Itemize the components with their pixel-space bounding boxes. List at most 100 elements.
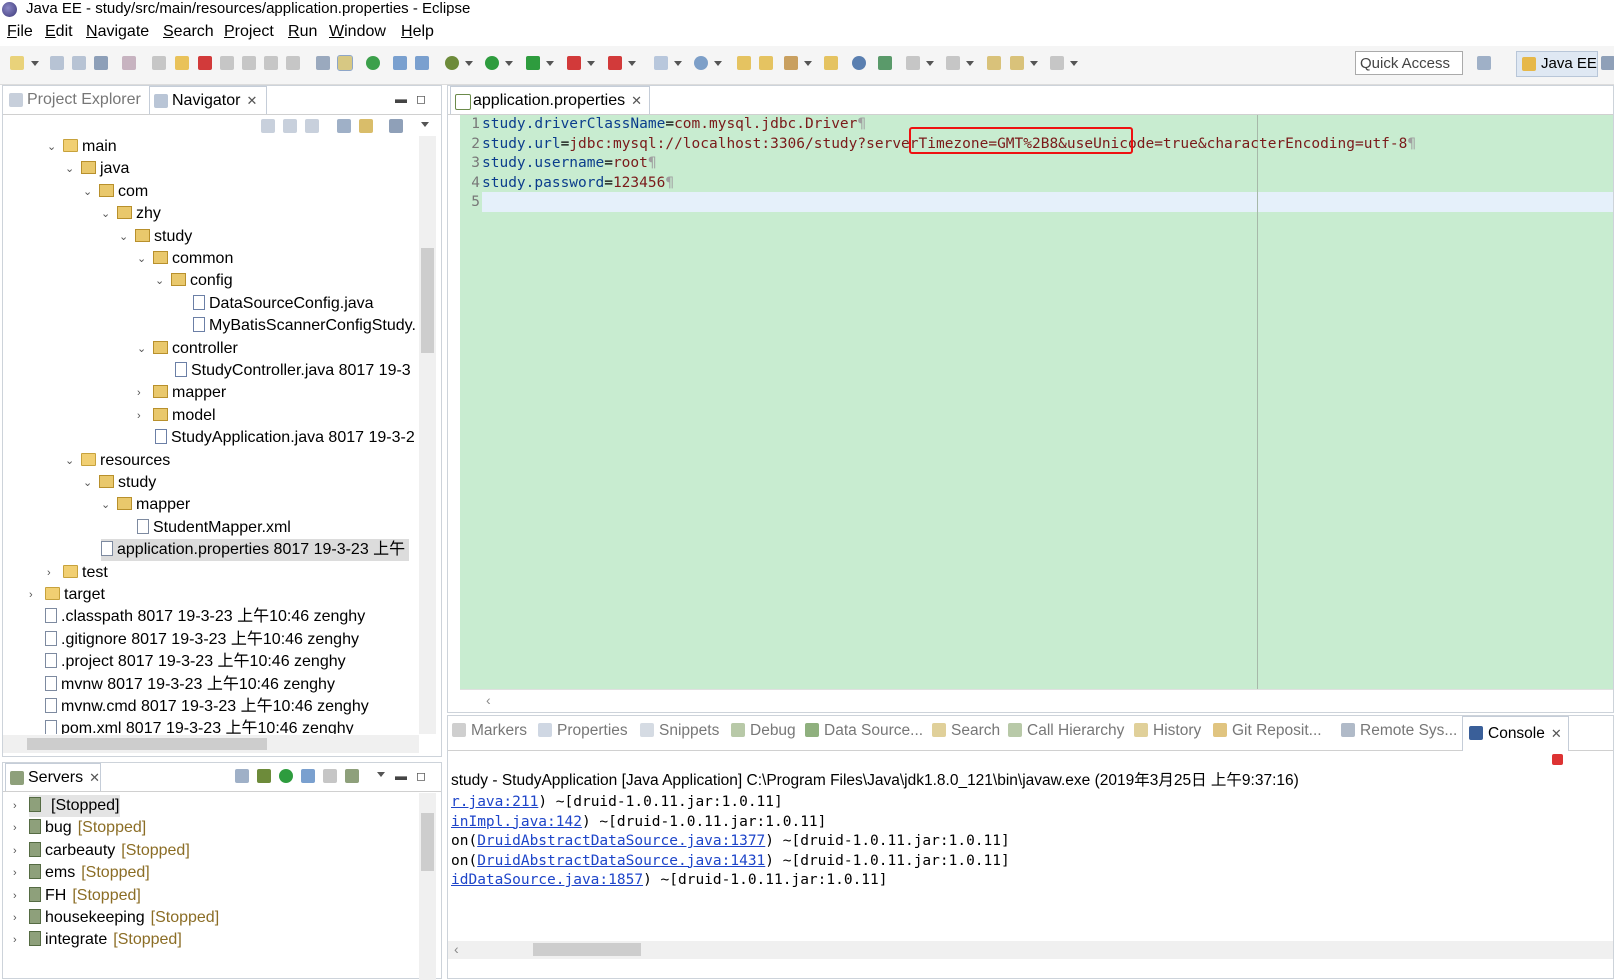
stack-trace-link[interactable]: DruidAbstractDataSource.java:1377 — [477, 833, 765, 849]
hscroll-thumb[interactable] — [533, 943, 641, 956]
minimize-icon[interactable]: ▬ — [395, 769, 407, 783]
tab-properties[interactable]: Properties — [538, 722, 628, 740]
disconnect-icon[interactable] — [220, 56, 234, 70]
menu-file[interactable]: File — [7, 23, 33, 41]
debug-perspective-icon[interactable] — [1601, 56, 1614, 70]
stop-icon[interactable] — [567, 56, 581, 70]
back-icon[interactable] — [261, 119, 275, 133]
link-with-editor-icon[interactable] — [359, 119, 373, 133]
tree-item[interactable]: java — [81, 158, 129, 180]
suspend-icon[interactable] — [175, 56, 189, 70]
tree-item[interactable]: mvnw 8017 19-3-23 上午10:46 zenghy — [45, 674, 335, 696]
chevron-down-icon[interactable] — [804, 61, 812, 66]
start-server-icon[interactable] — [279, 769, 293, 783]
server-item[interactable]: housekeeping [Stopped] — [29, 907, 219, 929]
scroll-left-icon[interactable]: ‹ — [486, 692, 491, 708]
tab-snippets[interactable]: Snippets — [640, 722, 719, 740]
new-package-icon[interactable] — [694, 56, 708, 70]
chevron-down-icon[interactable] — [1030, 61, 1038, 66]
expand-icon[interactable]: › — [13, 845, 23, 856]
tree-item[interactable]: application.properties 8017 19-3-23 上午 — [101, 539, 410, 562]
quick-access-input[interactable]: Quick Access — [1355, 51, 1463, 75]
open-perspective-button-icon[interactable] — [1477, 56, 1491, 70]
expand-icon[interactable]: › — [137, 388, 147, 399]
tree-item[interactable]: pom.xml 8017 19-3-23 上午10:46 zenghy — [45, 718, 354, 734]
expand-icon[interactable]: › — [13, 935, 23, 946]
tree-item[interactable]: mvnw.cmd 8017 19-3-23 上午10:46 zenghy — [45, 696, 369, 718]
expand-icon[interactable]: › — [29, 590, 39, 601]
tree-item[interactable]: StudyApplication.java 8017 19-3-2 — [155, 427, 415, 449]
new-java-class-icon[interactable] — [654, 56, 668, 70]
chevron-down-icon[interactable] — [546, 61, 554, 66]
new-icon[interactable] — [10, 56, 24, 70]
filter-icon[interactable] — [389, 119, 403, 133]
step-into-icon[interactable] — [242, 56, 256, 70]
tree-item[interactable]: MyBatisScannerConfigStudy. — [193, 315, 415, 337]
back-icon[interactable] — [1010, 56, 1024, 70]
open-resource-icon[interactable] — [759, 56, 773, 70]
tree-item[interactable]: study — [135, 226, 192, 248]
navigator-hscrollbar[interactable] — [3, 735, 419, 753]
coverage-icon[interactable] — [526, 56, 540, 70]
debug-icon[interactable] — [445, 56, 459, 70]
tab-navigator[interactable]: Navigator ✕ — [149, 86, 267, 114]
tab-markers[interactable]: Markers — [452, 722, 527, 740]
publish-icon[interactable] — [345, 769, 359, 783]
collapse-icon[interactable]: ⌄ — [119, 231, 129, 242]
collapse-icon[interactable]: ⌄ — [83, 186, 93, 197]
tab-application-properties[interactable]: application.properties ✕ — [450, 86, 650, 114]
tab-remote-systems[interactable]: Remote Sys... — [1341, 722, 1457, 740]
terminate-icon[interactable] — [1552, 754, 1563, 765]
forward-icon[interactable] — [283, 119, 297, 133]
tree-item[interactable]: main — [63, 136, 117, 158]
editor-hscrollbar[interactable]: ‹ — [460, 689, 1613, 712]
profile-server-icon[interactable] — [301, 769, 315, 783]
menu-help[interactable]: Help — [401, 23, 434, 41]
menu-project[interactable]: Project — [224, 23, 274, 41]
console-hscrollbar[interactable]: ‹ — [448, 941, 1613, 959]
code-line[interactable]: study.driverClassName=com.mysql.jdbc.Dri… — [482, 116, 866, 132]
tree-item[interactable]: StudyController.java 8017 19-3 — [175, 360, 411, 382]
step-over-icon[interactable] — [264, 56, 278, 70]
new-project-icon[interactable] — [415, 56, 429, 70]
expand-icon[interactable]: › — [13, 913, 23, 924]
tab-git-repositories[interactable]: Git Reposit... — [1213, 722, 1322, 740]
chevron-down-icon[interactable] — [966, 61, 974, 66]
collapse-icon[interactable]: ⌄ — [137, 254, 147, 265]
run-icon[interactable] — [485, 56, 499, 70]
menu-search[interactable]: Search — [163, 23, 214, 41]
console-output[interactable]: r.java:211) ~[druid-1.0.11.jar:1.0.11] in… — [448, 790, 1613, 940]
print-icon[interactable] — [94, 56, 108, 70]
previous-annotation-icon[interactable] — [946, 56, 960, 70]
debug-server-icon[interactable] — [257, 769, 271, 783]
chevron-down-icon[interactable] — [465, 61, 473, 66]
expand-icon[interactable]: › — [13, 801, 23, 812]
stop-server-icon[interactable] — [323, 769, 337, 783]
stack-trace-link[interactable]: idDataSource.java:1857 — [451, 872, 643, 888]
new-server-icon[interactable] — [393, 56, 407, 70]
expand-icon[interactable]: › — [13, 868, 23, 879]
scroll-left-icon[interactable]: ‹ — [454, 941, 459, 957]
code-line[interactable]: study.username=root¶ — [482, 155, 657, 171]
maximize-icon[interactable]: ◻ — [416, 92, 426, 106]
collapse-icon[interactable]: ⌄ — [101, 209, 111, 220]
chevron-down-icon[interactable] — [31, 61, 39, 66]
next-annotation-icon[interactable] — [906, 56, 920, 70]
collapse-icon[interactable]: ⌄ — [137, 343, 147, 354]
view-menu-icon[interactable] — [377, 772, 385, 777]
menu-window[interactable]: Window — [329, 23, 386, 41]
collapse-icon[interactable]: ⌄ — [155, 276, 165, 287]
close-icon[interactable]: ✕ — [1551, 726, 1562, 741]
chevron-down-icon[interactable] — [587, 61, 595, 66]
skip-breakpoints-icon[interactable] — [122, 56, 136, 70]
chevron-down-icon[interactable] — [674, 61, 682, 66]
tree-item[interactable]: test — [63, 562, 108, 584]
server-item[interactable]: ems [Stopped] — [29, 862, 150, 884]
server-item[interactable]: carbeauty [Stopped] — [29, 840, 190, 862]
tab-servers[interactable]: Servers ✕ — [5, 763, 101, 791]
chevron-down-icon[interactable] — [628, 61, 636, 66]
server-item[interactable]: FH [Stopped] — [29, 885, 141, 907]
minimize-icon[interactable]: ▬ — [395, 92, 407, 106]
tree-item[interactable]: resources — [81, 450, 170, 472]
tree-item[interactable]: controller — [153, 338, 238, 360]
